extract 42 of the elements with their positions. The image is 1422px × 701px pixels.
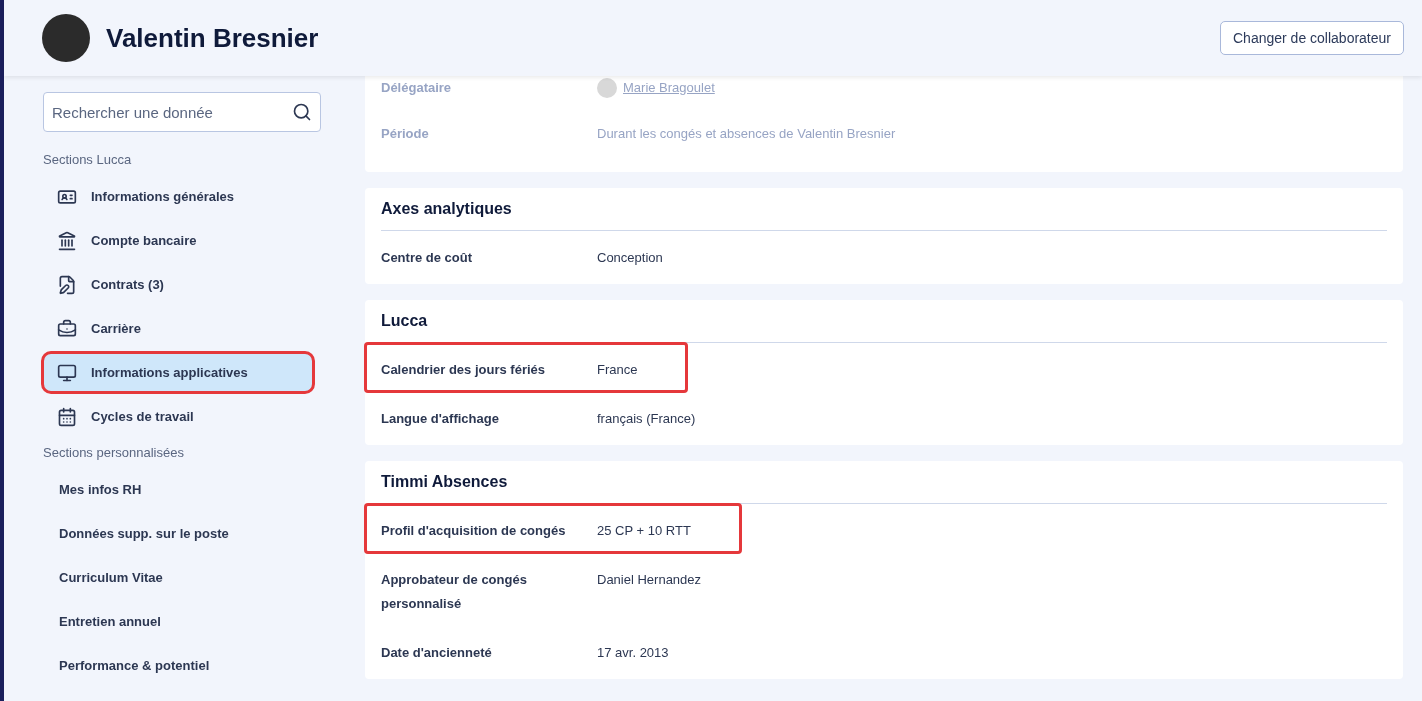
sidebar-item[interactable]: Carrière — [43, 309, 313, 348]
monitor-icon — [57, 362, 77, 383]
field-label: Centre de coût — [381, 249, 473, 267]
field-value: 17 avr. 2013 — [597, 644, 669, 662]
sidebar-item[interactable]: Cycles de travail — [43, 397, 313, 436]
bank-icon — [57, 230, 77, 251]
field-value: Daniel Hernandez — [597, 571, 702, 589]
search-field[interactable]: Rechercher une donnée — [43, 92, 321, 132]
field-value: Conception — [597, 249, 663, 267]
change-employee-button[interactable]: Changer de collaborateur — [1220, 21, 1404, 55]
sidebar-item[interactable]: Informations applicatives — [43, 353, 313, 392]
sidebar-item[interactable]: Données supp. sur le poste — [43, 514, 313, 553]
avatar — [42, 14, 90, 62]
calendar-icon — [57, 406, 77, 427]
field-label: Profil d'acquisition de congés — [381, 522, 567, 540]
sidebar-item[interactable]: Mes infos RH — [43, 470, 313, 509]
field-label: Langue d'affichage — [381, 410, 500, 428]
card-title: Lucca — [381, 312, 1387, 343]
search-icon — [292, 102, 312, 122]
field-label: Date d'ancienneté — [381, 644, 493, 662]
sidebar-item[interactable]: Curriculum Vitae — [43, 558, 313, 597]
field-value: français (France) — [597, 410, 696, 428]
employee-name: Valentin Bresnier — [106, 22, 320, 54]
field-value: France — [597, 361, 638, 379]
sidebar-item[interactable]: Contrats (3) — [43, 265, 313, 304]
briefcase-icon — [57, 318, 77, 339]
sidebar-item[interactable]: Performance & potentiel — [43, 646, 313, 685]
card-title: Axes analytiques — [381, 200, 1387, 231]
section-heading: Sections personnalisées — [43, 445, 185, 460]
field-label: Approbateur de congés personnalisé — [381, 571, 528, 613]
section-heading: Sections Lucca — [43, 152, 133, 167]
field-label: Période — [381, 125, 430, 143]
sidebar-item[interactable]: Entretien annuel — [43, 602, 313, 641]
field-value: 25 CP + 10 RTT — [597, 522, 691, 540]
field-value: Durant les congés et absences de Valentin Bresnier — [597, 125, 896, 143]
avatar — [597, 78, 617, 98]
field-label: Calendrier des jours fériés — [381, 361, 546, 379]
field-label: Délégataire — [381, 79, 453, 97]
sidebar-item[interactable]: Informations générales — [43, 177, 313, 216]
sidebar-item[interactable]: Compte bancaire — [43, 221, 313, 260]
card-title: Timmi Absences — [381, 473, 1387, 504]
document-pen-icon — [57, 274, 77, 295]
